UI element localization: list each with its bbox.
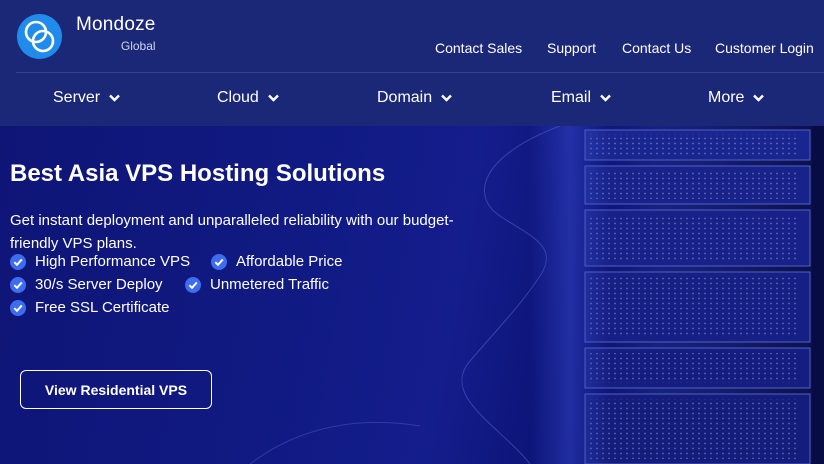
contact-us-link[interactable]: Contact Us bbox=[622, 39, 691, 57]
view-residential-vps-button[interactable]: View Residential VPS bbox=[20, 370, 212, 409]
feature-label: Affordable Price bbox=[236, 253, 343, 270]
chevron-down-icon bbox=[441, 94, 452, 102]
feature-item: 30/s Server Deploy bbox=[10, 275, 163, 295]
top-links: Contact Sales Support Contact Us Custome… bbox=[0, 39, 824, 57]
hero-description: Get instant deployment and unparalleled … bbox=[10, 212, 454, 252]
page: Mondoze Global Contact Sales Support Con… bbox=[0, 0, 824, 464]
support-link[interactable]: Support bbox=[547, 39, 596, 57]
chevron-down-icon bbox=[267, 94, 279, 102]
nav-item-more[interactable]: More bbox=[708, 88, 765, 108]
customer-login-link[interactable]: Customer Login bbox=[715, 39, 814, 57]
chevron-down-icon bbox=[109, 94, 120, 102]
chevron-down-icon bbox=[600, 94, 611, 102]
feature-label: High Performance VPS bbox=[35, 253, 191, 270]
hero-title: Best Asia VPS Hosting Solutions bbox=[10, 160, 386, 187]
feature-item: Free SSL Certificate bbox=[10, 298, 170, 318]
feature-label: Free SSL Certificate bbox=[35, 299, 170, 316]
check-circle-icon bbox=[10, 277, 26, 293]
chevron-down-icon bbox=[753, 94, 765, 102]
nav-item-email[interactable]: Email bbox=[551, 88, 611, 108]
header-divider bbox=[16, 72, 824, 73]
nav-item-server[interactable]: Server bbox=[53, 88, 120, 108]
feature-item: Unmetered Traffic bbox=[185, 275, 329, 295]
hero-banner: Best Asia VPS Hosting Solutions Get inst… bbox=[0, 126, 824, 464]
check-circle-icon bbox=[185, 277, 201, 293]
nav-item-domain[interactable]: Domain bbox=[377, 88, 452, 108]
main-nav: Server Cloud Domain Email More bbox=[0, 88, 824, 110]
nav-item-label: Email bbox=[551, 89, 592, 106]
check-circle-icon bbox=[10, 300, 26, 316]
nav-item-label: Cloud bbox=[217, 89, 259, 106]
nav-item-label: Server bbox=[53, 89, 101, 106]
nav-item-label: Domain bbox=[377, 89, 433, 106]
check-circle-icon bbox=[10, 254, 26, 270]
feature-item: Affordable Price bbox=[211, 252, 342, 272]
site-header: Mondoze Global Contact Sales Support Con… bbox=[0, 0, 824, 126]
light-glow bbox=[530, 126, 610, 464]
brand-name: Mondoze bbox=[76, 14, 156, 35]
feature-item: High Performance VPS bbox=[10, 252, 190, 272]
feature-label: Unmetered Traffic bbox=[210, 276, 329, 293]
nav-item-cloud[interactable]: Cloud bbox=[217, 88, 279, 108]
check-circle-icon bbox=[211, 254, 227, 270]
feature-label: 30/s Server Deploy bbox=[35, 276, 163, 293]
nav-item-label: More bbox=[708, 89, 745, 106]
contact-sales-link[interactable]: Contact Sales bbox=[435, 39, 522, 57]
